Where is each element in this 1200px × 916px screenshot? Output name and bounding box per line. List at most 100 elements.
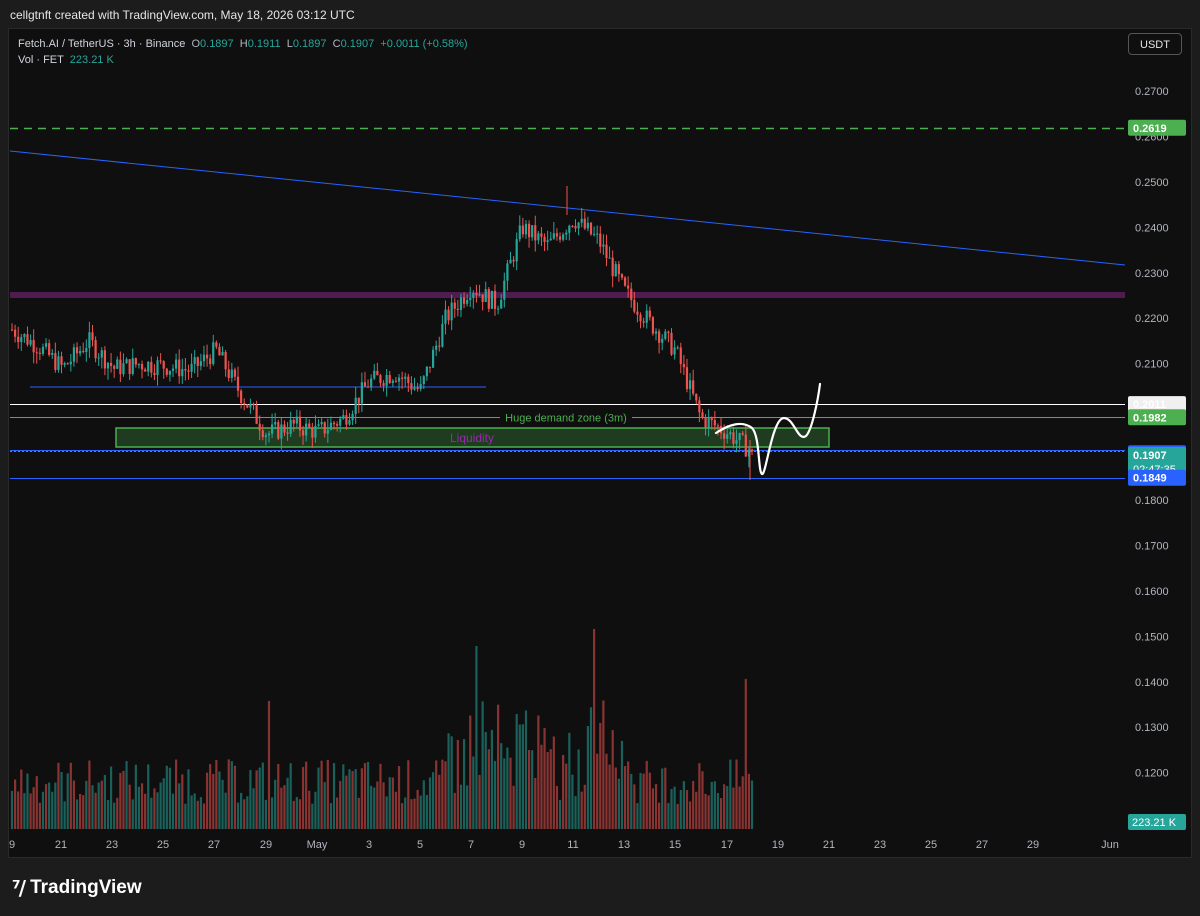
volume-bar — [196, 800, 199, 829]
candle-body — [472, 293, 475, 298]
candle-body — [568, 225, 571, 233]
volume-bar — [209, 764, 212, 829]
candle-body — [438, 345, 441, 347]
volume-bar — [676, 803, 679, 829]
candle-body — [243, 403, 246, 405]
candle-body — [13, 329, 17, 337]
volume-bar — [20, 769, 23, 829]
volume-bar — [184, 803, 187, 829]
candle-body — [447, 309, 450, 321]
candle-body — [162, 361, 165, 369]
volume-bar — [147, 764, 150, 829]
candle-body — [469, 297, 472, 300]
volume-bar — [63, 801, 66, 829]
candle-body — [187, 370, 190, 372]
candle-body — [664, 331, 667, 339]
candle-body — [527, 223, 531, 238]
volume-bar — [75, 799, 79, 829]
volume-bar — [611, 730, 614, 829]
candle-body — [744, 434, 747, 457]
candle-body — [667, 331, 670, 333]
candle-body — [79, 350, 82, 354]
candle-body — [48, 343, 51, 355]
volume-bar — [332, 763, 336, 829]
candle-body — [292, 419, 295, 424]
volume-bar — [562, 755, 565, 829]
candle-body — [184, 369, 187, 371]
volume-bar — [732, 787, 735, 829]
candle-body — [280, 424, 283, 439]
candle-body — [462, 297, 466, 304]
candle-body — [521, 225, 524, 235]
candle-body — [29, 339, 32, 345]
close-value: 0.1907 — [340, 38, 375, 50]
volume-bar — [41, 791, 45, 829]
volume-bar — [348, 769, 351, 829]
candle-body — [196, 357, 199, 366]
candle-body — [431, 349, 435, 368]
volume-bar — [441, 759, 444, 829]
candle-body — [741, 433, 744, 435]
volume-bar — [447, 733, 450, 829]
symbol-title[interactable]: Fetch.AI / TetherUS · 3h · Binance — [18, 38, 185, 50]
volume-bar — [305, 761, 308, 829]
candle-body — [348, 420, 351, 425]
candle-body — [627, 285, 630, 289]
volume-bar — [407, 760, 410, 829]
candle-body — [116, 359, 119, 369]
candle-body — [534, 225, 537, 241]
volume-bar — [642, 773, 645, 829]
candle-body — [190, 363, 193, 372]
volume-bar — [667, 803, 670, 829]
y-tick-label: 0.1200 — [1135, 768, 1169, 780]
volume-bar — [100, 780, 103, 829]
candle-body — [261, 430, 264, 438]
candle-body — [41, 346, 45, 354]
candle-body — [592, 233, 596, 235]
candle-body — [651, 317, 655, 334]
volume-bar — [469, 715, 472, 829]
open-label: O — [191, 38, 201, 50]
volume-bar — [589, 707, 593, 829]
volume-bar — [723, 784, 726, 829]
volume-bar — [658, 802, 661, 829]
candle-body — [586, 222, 589, 229]
volume-bar — [125, 761, 128, 829]
volume-bar — [654, 784, 658, 829]
candle-body — [23, 334, 26, 338]
chart-canvas[interactable]: 0.27000.26000.25000.24000.23000.22000.21… — [0, 0, 1200, 916]
candle-body — [258, 423, 261, 431]
volume-bar — [26, 773, 29, 829]
volume-bar — [218, 771, 221, 829]
y-tick-label: 0.1400 — [1135, 677, 1169, 689]
volume-bar — [391, 777, 394, 829]
candle-body — [26, 334, 29, 345]
volume-label[interactable]: Vol · FET — [18, 54, 64, 66]
volume-bar — [370, 785, 373, 829]
candle-body — [602, 244, 605, 247]
volume-bar — [574, 796, 577, 829]
volume-bar — [565, 763, 568, 829]
volume-bar — [431, 772, 435, 829]
candle-body — [493, 290, 497, 309]
candle-body — [661, 338, 664, 343]
candle-body — [723, 433, 726, 439]
candle-body — [692, 380, 695, 394]
candle-body — [580, 218, 583, 223]
volume-bar — [283, 785, 286, 829]
volume-bar — [60, 772, 63, 829]
candle-body — [658, 331, 661, 343]
currency-button[interactable]: USDT — [1128, 33, 1182, 55]
x-tick-label: 29 — [260, 839, 272, 851]
candle-body — [620, 274, 624, 278]
volume-bar — [500, 743, 503, 829]
candle-body — [716, 425, 720, 427]
high-value: 0.1911 — [247, 38, 281, 50]
volume-bar — [583, 784, 586, 829]
volume-bar — [258, 767, 261, 829]
candle-body — [199, 361, 202, 366]
candle-body — [63, 363, 66, 365]
candle-body — [456, 308, 459, 310]
candle-body — [363, 382, 367, 387]
volume-bar — [320, 760, 323, 829]
